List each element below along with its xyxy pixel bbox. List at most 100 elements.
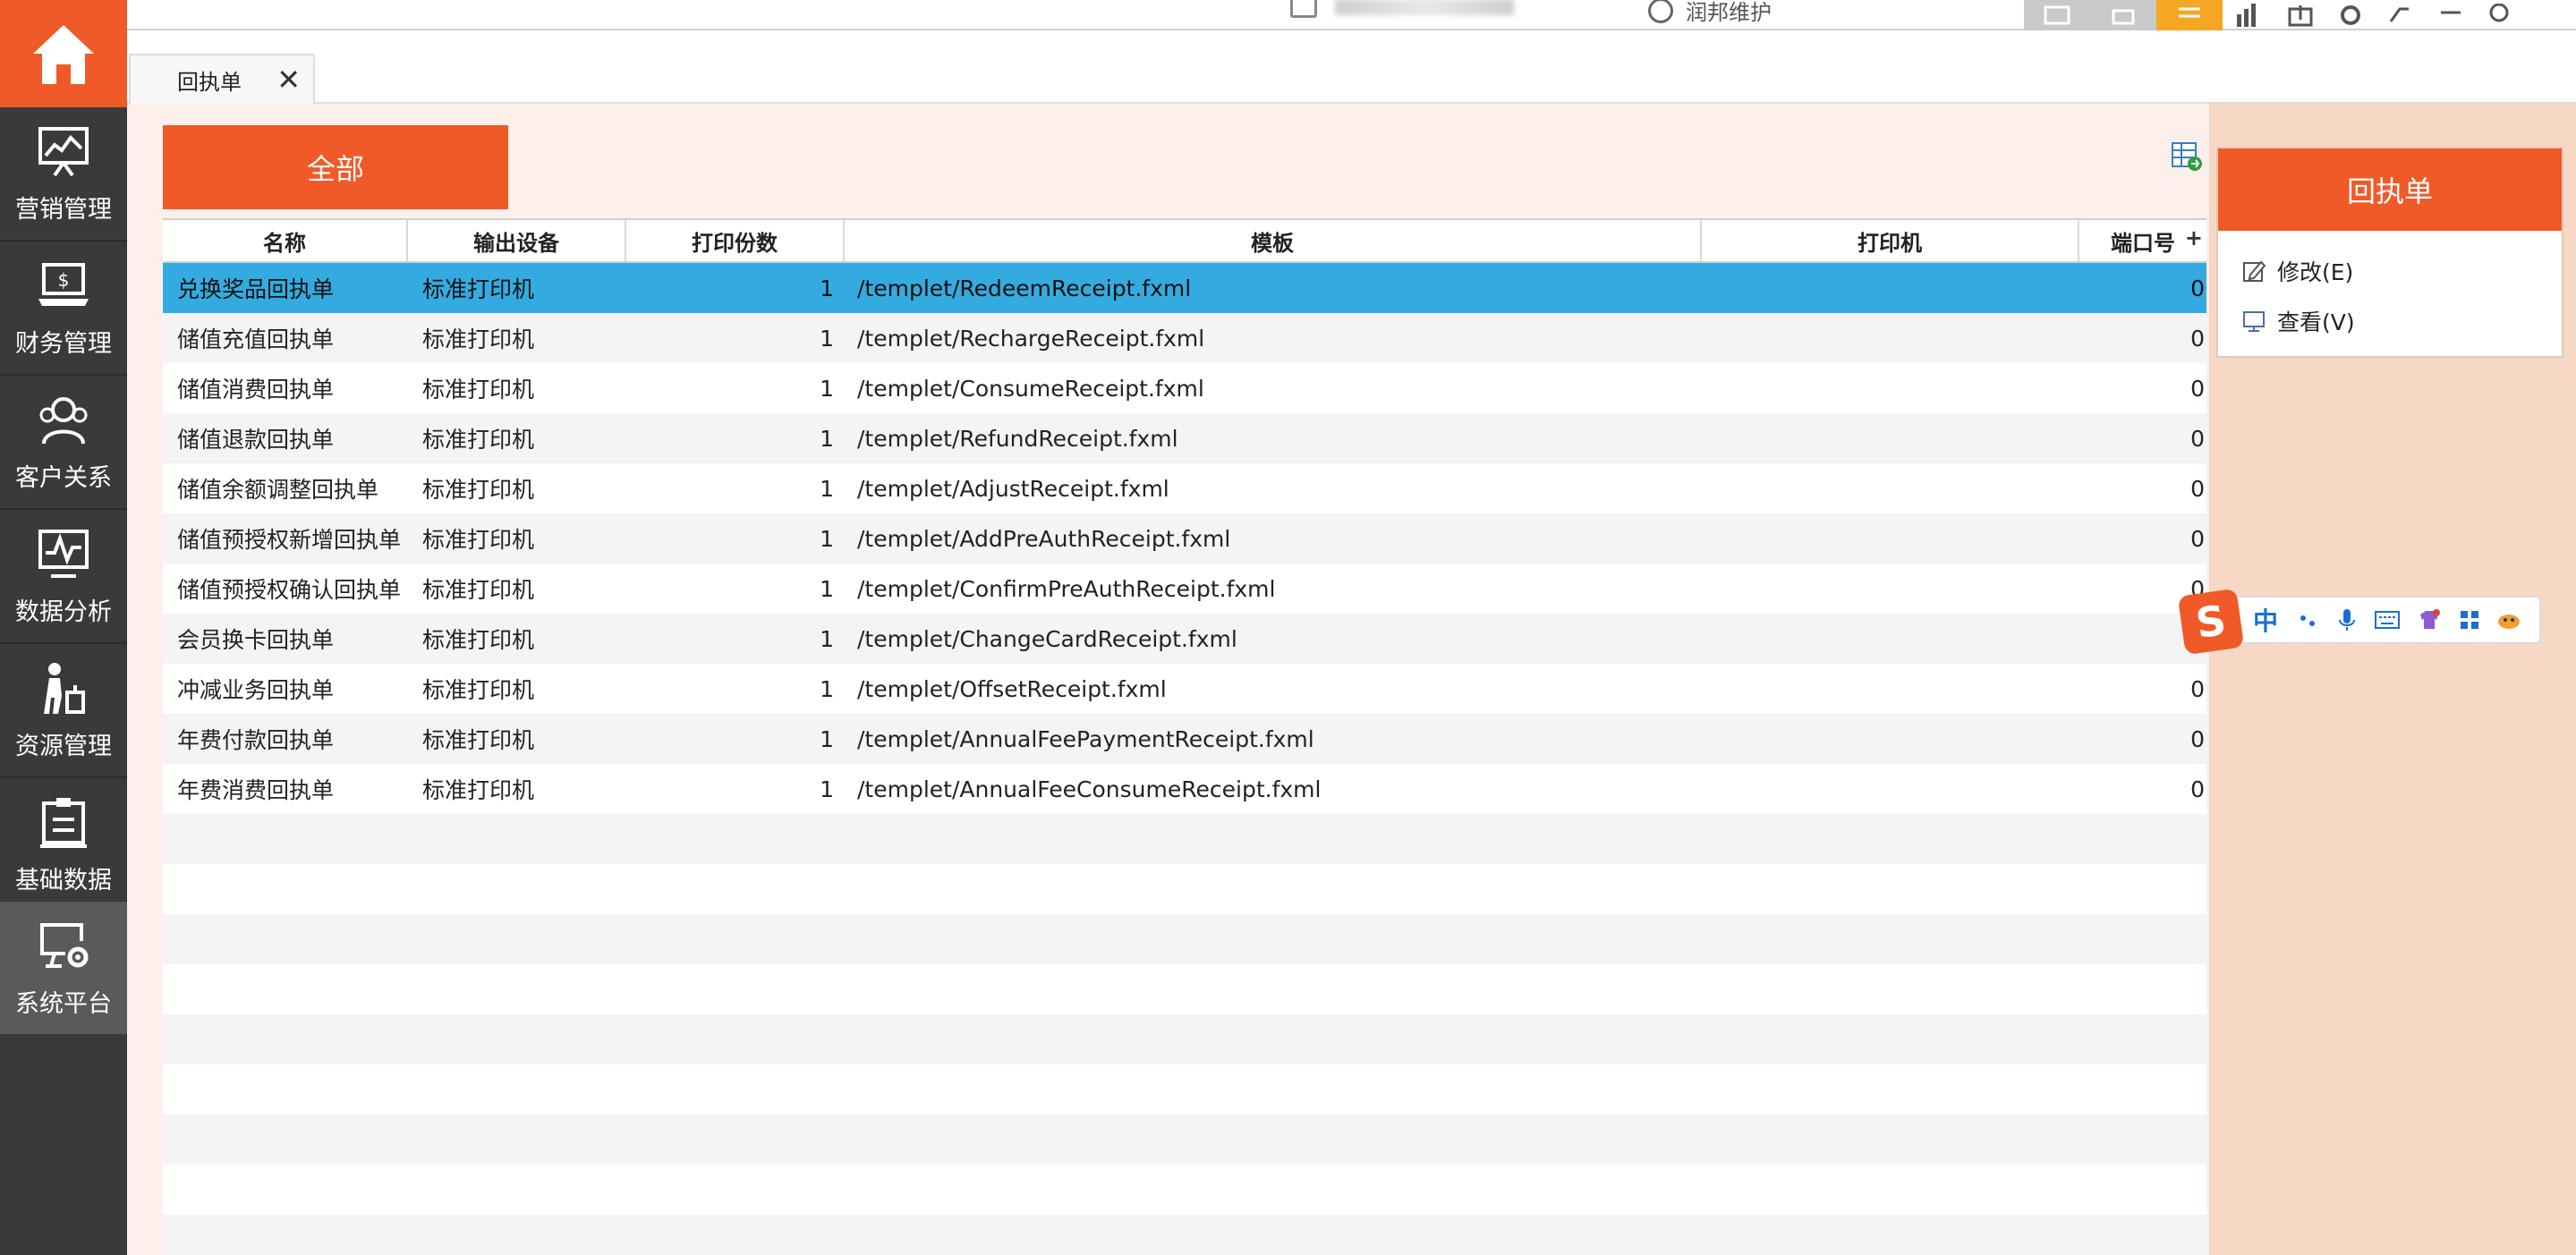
punctuation-icon[interactable] bbox=[2298, 606, 2320, 633]
table-cell: 1 bbox=[820, 425, 834, 452]
table-cell: 标准打印机 bbox=[422, 377, 535, 403]
table-cell bbox=[1714, 313, 2072, 363]
table-row[interactable]: 储值余额调整回执单 标准打印机 1/templet/AdjustReceipt.fx… bbox=[163, 463, 2206, 513]
tabs-row: 回执单 ✕ bbox=[127, 32, 2576, 104]
menu-icon bbox=[2179, 7, 2200, 18]
table-cell: 0 bbox=[2190, 425, 2205, 452]
table-cell: 0 bbox=[2190, 375, 2205, 402]
column-header-name[interactable]: 名称 bbox=[163, 220, 408, 261]
switch-icon[interactable] bbox=[2378, 0, 2423, 30]
table-row[interactable]: 储值退款回执单 标准打印机 1/templet/RefundReceipt.fxml… bbox=[163, 413, 2206, 463]
filter-all-button[interactable]: 全部 bbox=[163, 125, 508, 209]
table-cell: /templet/AnnualFeeConsumeReceipt.fxml bbox=[857, 776, 1322, 802]
table-cell bbox=[1714, 764, 2072, 814]
table-cell: 0 bbox=[2190, 275, 2205, 301]
column-header-device[interactable]: 输出设备 bbox=[408, 220, 626, 261]
power-icon[interactable] bbox=[2477, 0, 2521, 30]
column-header-template[interactable]: 模板 bbox=[845, 220, 1702, 261]
close-icon[interactable]: ✕ bbox=[276, 63, 301, 97]
settings-icon[interactable] bbox=[2328, 0, 2373, 30]
table-cell: 标准打印机 bbox=[422, 527, 535, 553]
table-row[interactable]: 储值充值回执单 标准打印机 1/templet/RechargeReceipt.fx… bbox=[163, 313, 2206, 363]
sidebar-item-basedata[interactable]: 基础数据 bbox=[0, 778, 127, 911]
table-cell bbox=[1714, 263, 2072, 313]
table-cell: 标准打印机 bbox=[422, 577, 535, 603]
message-button[interactable] bbox=[2024, 0, 2090, 30]
sidebar-item-resources[interactable]: 资源管理 bbox=[0, 644, 127, 776]
table-cell: 年费消费回执单 bbox=[177, 777, 335, 803]
view-label: 查看(V) bbox=[2277, 310, 2355, 335]
signal-icon[interactable] bbox=[2226, 0, 2271, 30]
table-row[interactable]: 冲减业务回执单 标准打印机 1/templet/OffsetReceipt.fxml… bbox=[163, 664, 2206, 714]
store-selector[interactable] bbox=[1290, 0, 1514, 18]
view-button[interactable]: 查看(V) bbox=[2241, 299, 2355, 343]
sidebar: 营销管理 $ 财务管理 客户关系 数据分析 资源管理 基础数据 系统平台 bbox=[0, 0, 127, 1255]
table-cell: 1 bbox=[820, 375, 834, 402]
tab-receipt[interactable]: 回执单 ✕ bbox=[129, 54, 315, 104]
table-row[interactable]: 会员换卡回执单 标准打印机 1/templet/ChangeCardReceipt.… bbox=[163, 614, 2206, 664]
mascot-icon[interactable] bbox=[2496, 606, 2523, 633]
table-cell: 储值预授权新增回执单 bbox=[177, 527, 402, 553]
table-cell: 1 bbox=[820, 325, 834, 352]
table-cell: 储值消费回执单 bbox=[177, 377, 335, 403]
receipt-table: 名称 输出设备 打印份数 模板 打印机 端口号 + 兑换奖品回执单 标准打印机 1/… bbox=[163, 218, 2206, 1255]
current-user[interactable]: 润邦维护 bbox=[1648, 0, 1772, 26]
upload-icon[interactable] bbox=[2278, 0, 2323, 30]
table-row[interactable]: 储值消费回执单 标准打印机 1/templet/ConsumeReceipt.fxm… bbox=[163, 363, 2206, 413]
table-cell: /templet/RefundReceipt.fxml bbox=[857, 425, 1178, 452]
ime-mode-toggle[interactable]: 中 bbox=[2253, 602, 2278, 638]
table-cell: 标准打印机 bbox=[422, 326, 535, 352]
table-cell: /templet/ConsumeReceipt.fxml bbox=[857, 375, 1204, 402]
microphone-icon[interactable] bbox=[2336, 606, 2359, 633]
empty-row bbox=[163, 1115, 2206, 1165]
sidebar-item-label: 系统平台 bbox=[15, 989, 112, 1018]
minimize-icon[interactable] bbox=[2428, 0, 2473, 30]
table-cell bbox=[1714, 363, 2072, 413]
print-button[interactable] bbox=[2090, 0, 2156, 30]
table-cell: 标准打印机 bbox=[422, 427, 535, 453]
edit-icon bbox=[2243, 260, 2266, 282]
column-header-copies[interactable]: 打印份数 bbox=[626, 220, 845, 261]
person-luggage-icon bbox=[44, 662, 85, 714]
table-cell: 1 bbox=[820, 575, 834, 602]
table-cell bbox=[1714, 614, 2072, 664]
store-icon bbox=[1290, 0, 1317, 18]
keyboard-icon[interactable] bbox=[2374, 606, 2401, 633]
table-cell: 储值预授权确认回执单 bbox=[177, 577, 402, 603]
table-row[interactable]: 储值预授权新增回执单 标准打印机 1/templet/AddPreAuthRecei… bbox=[163, 513, 2206, 564]
home-button[interactable] bbox=[0, 0, 127, 107]
presentation-chart-icon bbox=[38, 126, 89, 176]
table-cell: 1 bbox=[820, 475, 834, 502]
ime-toolbar[interactable]: S 中 bbox=[2177, 588, 2541, 656]
menu-button[interactable] bbox=[2156, 0, 2223, 30]
table-row[interactable]: 年费消费回执单 标准打印机 1/templet/AnnualFeeConsumeRe… bbox=[163, 764, 2206, 814]
users-icon bbox=[39, 396, 88, 444]
add-column-icon[interactable]: + bbox=[2185, 225, 2203, 250]
empty-row bbox=[163, 1215, 2206, 1255]
table-cell: 0 bbox=[2190, 525, 2205, 552]
export-excel-icon[interactable] bbox=[2171, 141, 2203, 172]
svg-text:$: $ bbox=[58, 269, 70, 291]
sogou-logo-icon[interactable]: S bbox=[2177, 588, 2245, 656]
sidebar-item-marketing[interactable]: 营销管理 bbox=[0, 107, 127, 240]
action-panel-title: 回执单 bbox=[2218, 148, 2562, 231]
sidebar-item-analytics[interactable]: 数据分析 bbox=[0, 510, 127, 642]
edit-button[interactable]: 修改(E) bbox=[2241, 249, 2353, 293]
empty-row bbox=[163, 1165, 2206, 1215]
table-cell: 1 bbox=[820, 625, 834, 652]
table-row[interactable]: 储值预授权确认回执单 标准打印机 1/templet/ConfirmPreAuthR… bbox=[163, 564, 2206, 614]
table-cell: 1 bbox=[820, 275, 834, 301]
sidebar-item-label: 客户关系 bbox=[15, 463, 112, 492]
sidebar-item-finance[interactable]: $ 财务管理 bbox=[0, 242, 127, 374]
table-row[interactable]: 年费付款回执单 标准打印机 1/templet/AnnualFeePaymentRe… bbox=[163, 714, 2206, 764]
table-row[interactable]: 兑换奖品回执单 标准打印机 1/templet/RedeemReceipt.fxml… bbox=[163, 263, 2206, 313]
table-cell: 标准打印机 bbox=[422, 677, 535, 703]
laptop-dollar-icon: $ bbox=[38, 262, 89, 306]
monitor-gear-icon bbox=[40, 922, 89, 968]
toolbox-icon[interactable] bbox=[2458, 606, 2480, 633]
sidebar-item-customer[interactable]: 客户关系 bbox=[0, 376, 127, 508]
sidebar-item-system[interactable]: 系统平台 bbox=[0, 902, 127, 1034]
column-header-printer[interactable]: 打印机 bbox=[1702, 220, 2079, 261]
skin-icon[interactable] bbox=[2417, 606, 2442, 633]
sidebar-item-label: 基础数据 bbox=[15, 866, 112, 895]
